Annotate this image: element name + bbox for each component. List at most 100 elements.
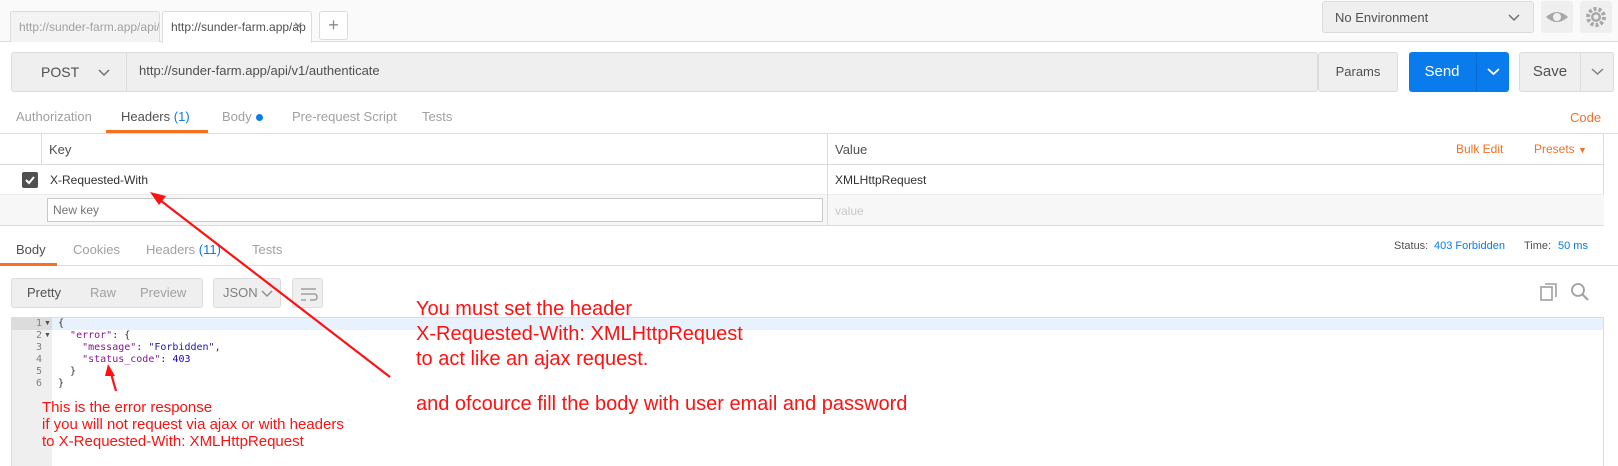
json-punct: :	[160, 354, 173, 365]
chevron-down-icon	[98, 69, 110, 77]
line-number: 1	[35, 318, 42, 329]
line-number: 6	[35, 378, 42, 389]
code-line: }	[58, 378, 65, 389]
tab-headers-label: Headers	[121, 109, 171, 124]
new-tab-button[interactable]: +	[319, 11, 348, 40]
url-input[interactable]: http://sunder-farm.app/api/v1/authentica…	[127, 53, 1277, 91]
preview-button[interactable]: Preview	[140, 285, 186, 300]
tab-tests[interactable]: Tests	[422, 109, 452, 124]
key-column-header: Key	[49, 142, 72, 157]
presets-dropdown[interactable]: Presets ▼	[1534, 142, 1587, 156]
save-button[interactable]: Save	[1519, 52, 1614, 92]
wrap-icon	[301, 288, 318, 301]
column-divider	[41, 134, 42, 165]
send-label: Send	[1424, 63, 1460, 80]
new-key-input[interactable]	[47, 198, 823, 222]
header-row-new: value	[0, 195, 1604, 226]
active-response-tab-indicator	[0, 263, 57, 266]
annotation-main: You must set the header X-Requested-With…	[416, 297, 743, 372]
line-number: 2	[35, 330, 42, 341]
code-link[interactable]: Code	[1570, 110, 1601, 125]
json-punct: : {	[112, 330, 131, 341]
annotation-line: You must set the header	[416, 298, 633, 320]
chevron-down-icon	[1508, 14, 1520, 22]
json-key: "status_code"	[82, 354, 161, 365]
fold-arrow-icon[interactable]: ▼	[44, 318, 51, 330]
format-label: JSON	[223, 285, 258, 300]
tab-authorization[interactable]: Authorization	[16, 109, 92, 124]
copy-icon[interactable]	[1538, 281, 1560, 306]
request-tabs: Authorization Headers (1) Body Pre-reque…	[0, 104, 1618, 134]
environment-select[interactable]: No Environment	[1322, 1, 1534, 33]
header-enabled-checkbox[interactable]	[22, 172, 38, 188]
settings-button[interactable]	[1580, 1, 1612, 33]
json-punct: ,	[214, 342, 221, 353]
eye-icon	[1546, 12, 1568, 22]
column-divider	[827, 134, 828, 226]
line-number: 5	[35, 366, 42, 377]
save-dropdown[interactable]	[1580, 53, 1613, 91]
params-button[interactable]: Params	[1318, 52, 1398, 92]
tab-label: http://sunder-farm.app/ap	[171, 20, 306, 34]
tab-body-label: Body	[222, 109, 252, 124]
code-line: "error": {	[58, 330, 130, 342]
headers-table-header: Key Value Bulk Edit Presets ▼	[0, 134, 1604, 165]
new-value-input[interactable]: value	[835, 204, 864, 218]
format-select[interactable]: JSON	[213, 278, 281, 308]
code-line: }	[58, 366, 77, 377]
response-tabs: Body Cookies Headers (11) Tests	[0, 236, 1618, 266]
value-column-header: Value	[835, 142, 868, 157]
header-value[interactable]: XMLHttpRequest	[835, 173, 926, 187]
request-tab-active[interactable]: http://sunder-farm.app/ap ×	[162, 11, 312, 43]
check-icon	[25, 176, 35, 185]
response-tab-body[interactable]: Body	[16, 242, 46, 257]
fold-arrow-icon[interactable]: ▼	[44, 330, 51, 342]
annotation-error-note: This is the error response if you will n…	[42, 399, 344, 450]
json-string: "Forbidden"	[148, 342, 215, 353]
headers-count: (1)	[173, 109, 190, 124]
tab-headers[interactable]: Headers (1)	[121, 109, 190, 124]
annotation-line: to X-Requested-With: XMLHttpRequest	[42, 433, 304, 450]
send-button[interactable]: Send	[1409, 52, 1509, 92]
view-mode-group: Pretty Raw Preview	[11, 278, 203, 308]
response-tab-cookies[interactable]: Cookies	[73, 242, 120, 257]
annotation-line: to act like an ajax request.	[416, 348, 649, 370]
chevron-down-icon	[1487, 68, 1500, 76]
status-value[interactable]: 403 Forbidden	[1434, 240, 1505, 252]
json-key: "message"	[82, 342, 137, 353]
tab-label: http://sunder-farm.app/api/	[19, 20, 160, 34]
response-headers-count: (11)	[198, 242, 221, 257]
chevron-down-icon	[261, 290, 273, 298]
pretty-button[interactable]: Pretty	[27, 285, 61, 300]
plus-icon: +	[328, 15, 339, 35]
wrap-lines-button[interactable]	[292, 278, 323, 308]
headers-table: Key Value Bulk Edit Presets ▼ X-Requeste…	[0, 134, 1604, 226]
annotation-body-note: and ofcource fill the body with user ema…	[416, 393, 908, 415]
time-value[interactable]: 50 ms	[1558, 240, 1588, 252]
method-select[interactable]: POST	[12, 53, 127, 91]
search-icon[interactable]	[1569, 281, 1591, 306]
annotation-line: if you will not request via ajax or with…	[42, 416, 344, 433]
tab-bar: http://sunder-farm.app/api/ http://sunde…	[0, 0, 1618, 43]
json-key: "error"	[70, 330, 113, 341]
status-label: Status:	[1394, 240, 1429, 252]
request-tab[interactable]: http://sunder-farm.app/api/	[10, 11, 160, 42]
bulk-edit-link[interactable]: Bulk Edit	[1456, 142, 1503, 156]
close-icon[interactable]: ×	[294, 18, 303, 36]
response-tab-headers[interactable]: Headers (11)	[146, 242, 221, 257]
raw-button[interactable]: Raw	[90, 285, 116, 300]
line-number: 3	[35, 342, 42, 353]
request-url-bar: POST http://sunder-farm.app/api/v1/authe…	[11, 52, 1318, 92]
tab-body[interactable]: Body	[222, 109, 263, 124]
annotation-line: X-Requested-With: XMLHttpRequest	[416, 323, 743, 345]
chevron-down-icon	[1591, 68, 1604, 76]
tab-prerequest-script[interactable]: Pre-request Script	[292, 109, 397, 124]
active-line-highlight	[12, 318, 1603, 330]
environment-label: No Environment	[1335, 10, 1429, 25]
header-key[interactable]: X-Requested-With	[50, 173, 148, 187]
quick-look-button[interactable]	[1541, 1, 1573, 33]
header-row: X-Requested-With XMLHttpRequest	[0, 165, 1604, 195]
send-dropdown[interactable]	[1476, 52, 1509, 92]
gear-icon	[1586, 7, 1606, 27]
response-tab-tests[interactable]: Tests	[252, 242, 282, 257]
